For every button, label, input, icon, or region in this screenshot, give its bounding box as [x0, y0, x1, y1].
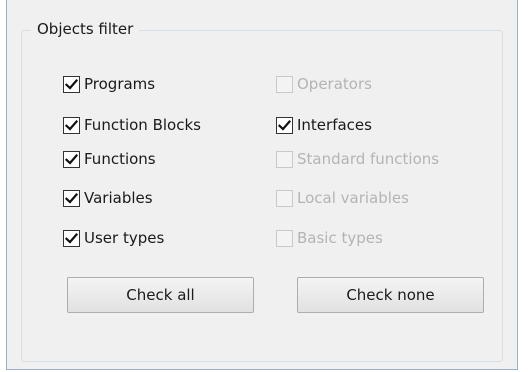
objects-filter-panel: Objects filter Programs Function Blocks …	[6, 0, 518, 370]
checkbox-box[interactable]	[63, 116, 80, 134]
checkbox-interfaces[interactable]: Interfaces	[276, 114, 372, 136]
checkbox-label-variables: Variables	[84, 189, 153, 207]
group-title: Objects filter	[31, 19, 140, 39]
checkmark-icon	[65, 232, 78, 244]
checkbox-box[interactable]	[63, 229, 80, 247]
checkbox-box[interactable]	[63, 189, 80, 207]
check-all-button[interactable]: Check all	[67, 277, 254, 313]
checkbox-label-function-blocks: Function Blocks	[84, 116, 201, 134]
checkmark-icon	[278, 119, 291, 131]
checkmark-icon	[65, 192, 78, 204]
checkbox-box[interactable]	[276, 75, 293, 93]
checkbox-box[interactable]	[276, 116, 293, 134]
checkmark-icon	[65, 78, 78, 90]
checkbox-label-basic-types: Basic types	[297, 229, 383, 247]
checkbox-box[interactable]	[63, 75, 80, 93]
checkbox-label-standard-functions: Standard functions	[297, 150, 440, 168]
checkbox-local-variables[interactable]: Local variables	[276, 187, 409, 209]
checkbox-label-functions: Functions	[84, 150, 156, 168]
checkbox-label-user-types: User types	[84, 229, 165, 247]
checkbox-function-blocks[interactable]: Function Blocks	[63, 114, 201, 136]
checkbox-programs[interactable]: Programs	[63, 73, 155, 95]
checkmark-icon	[65, 153, 78, 165]
checkbox-label-interfaces: Interfaces	[297, 116, 372, 134]
checkbox-box[interactable]	[276, 189, 293, 207]
checkbox-operators[interactable]: Operators	[276, 73, 372, 95]
checkmark-icon	[65, 119, 78, 131]
checkbox-variables[interactable]: Variables	[63, 187, 153, 209]
checkbox-box[interactable]	[276, 150, 293, 168]
checkbox-box[interactable]	[63, 150, 80, 168]
checkbox-label-programs: Programs	[84, 75, 156, 93]
checkbox-box[interactable]	[276, 229, 293, 247]
checkbox-basic-types[interactable]: Basic types	[276, 227, 383, 249]
checkbox-label-operators: Operators	[297, 75, 372, 93]
check-none-button[interactable]: Check none	[297, 277, 484, 313]
checkbox-user-types[interactable]: User types	[63, 227, 164, 249]
checkbox-label-local-variables: Local variables	[297, 189, 409, 207]
checkbox-functions[interactable]: Functions	[63, 148, 156, 170]
checkbox-standard-functions[interactable]: Standard functions	[276, 148, 439, 170]
